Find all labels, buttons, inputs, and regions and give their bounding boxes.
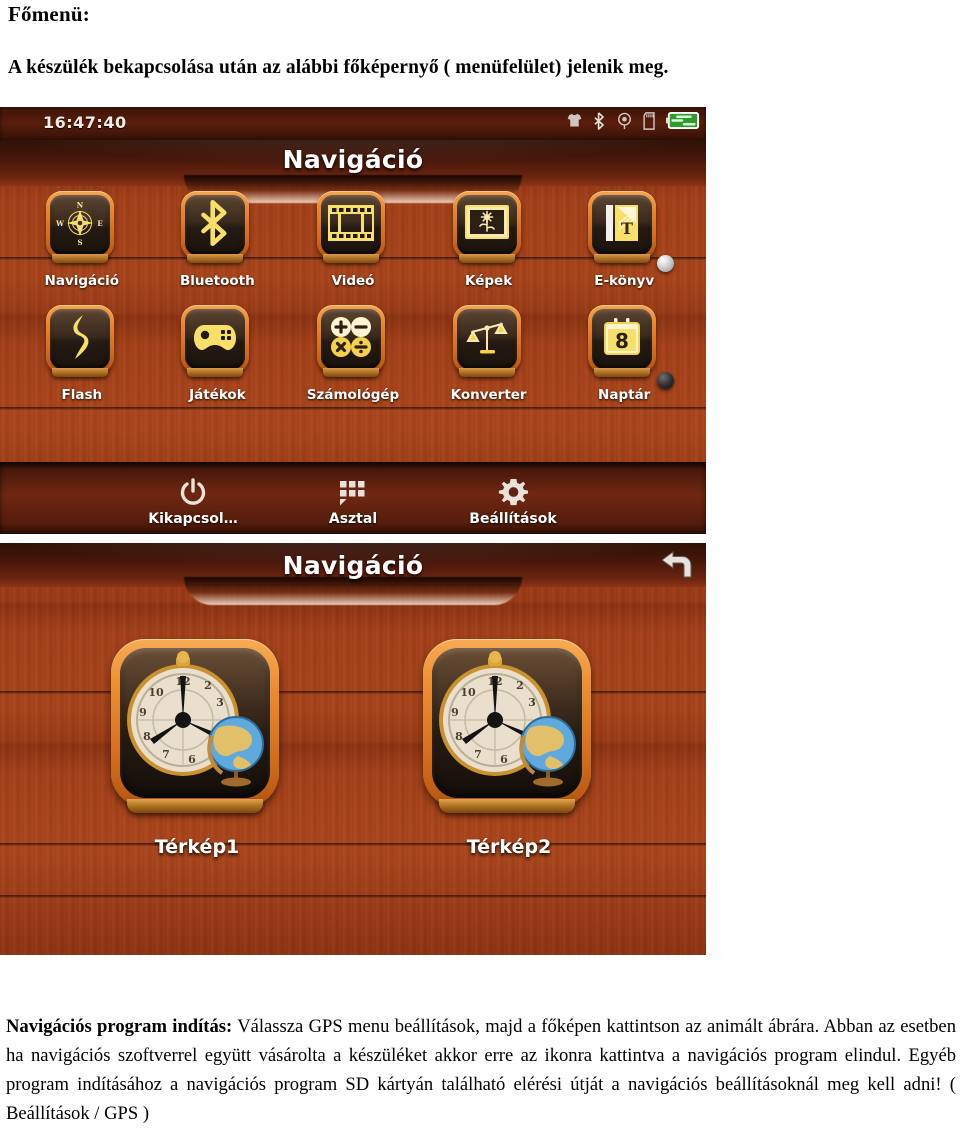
svg-text:S: S xyxy=(77,238,82,247)
app-label: Számológép xyxy=(306,387,400,403)
svg-text:3: 3 xyxy=(528,696,536,709)
svg-text:W: W xyxy=(55,219,64,228)
app-item-jatekok[interactable]: Játékok xyxy=(150,305,286,403)
svg-text:E: E xyxy=(97,219,102,228)
gear-icon xyxy=(498,476,529,510)
scroll-indicator-dot[interactable] xyxy=(657,372,674,389)
app-label: Videó xyxy=(331,273,375,289)
screen-title: Navigáció xyxy=(282,145,424,174)
svg-text:7: 7 xyxy=(162,748,170,761)
scroll-indicator-dot-active[interactable] xyxy=(657,255,674,272)
svg-text:9: 9 xyxy=(451,706,459,719)
battery-icon xyxy=(666,111,700,135)
sd-card-icon xyxy=(642,111,657,135)
app-label: Konverter xyxy=(450,387,527,403)
svg-text:2: 2 xyxy=(516,679,524,692)
svg-text:N: N xyxy=(77,200,84,209)
status-bar: 16:47:40 xyxy=(0,107,706,143)
screen-title: Navigáció xyxy=(282,551,424,580)
app-item-flash[interactable]: Flash xyxy=(14,305,150,403)
map-list: 12 10 9 8 7 6 5 4 3 2 xyxy=(0,639,706,858)
dock-label: Kikapcsol… xyxy=(148,510,238,527)
photo-flower-icon xyxy=(463,203,511,248)
intro-paragraph: A készülék bekapcsolása után az alábbi f… xyxy=(8,57,669,78)
footer-label: Navigációs program indítás: xyxy=(6,1016,233,1037)
status-icon-tray xyxy=(566,111,700,135)
calendar-icon: 8 xyxy=(600,315,644,364)
app-label: E-könyv xyxy=(594,273,655,289)
app-item-video[interactable]: Videó xyxy=(285,191,421,289)
svg-text:10: 10 xyxy=(460,686,476,699)
title-band-lip xyxy=(183,577,523,605)
status-clock: 16:47:40 xyxy=(43,113,127,132)
svg-text:2: 2 xyxy=(204,679,212,692)
app-item-naptar[interactable]: 8 Naptár xyxy=(556,305,692,403)
power-icon xyxy=(178,476,208,510)
scales-icon xyxy=(464,315,510,364)
plank-divider xyxy=(0,895,706,899)
gamepad-icon xyxy=(191,319,239,360)
dock-item-settings[interactable]: Beállítások xyxy=(457,476,569,527)
app-item-szamologep[interactable]: Számológép xyxy=(285,305,421,403)
svg-text:8: 8 xyxy=(455,730,463,743)
svg-text:6: 6 xyxy=(500,753,508,766)
app-item-ekonyv[interactable]: T E-könyv xyxy=(556,191,692,289)
map-label: Térkép1 xyxy=(154,836,240,858)
flash-lightning-icon xyxy=(63,313,97,366)
back-arrow-icon[interactable] xyxy=(658,549,696,581)
calculator-icon xyxy=(328,314,374,365)
svg-text:10: 10 xyxy=(148,686,164,699)
map-item-terkep1[interactable]: 12 10 9 8 7 6 5 4 3 2 xyxy=(111,639,283,858)
gps-signal-icon xyxy=(616,112,633,135)
app-label: Játékok xyxy=(189,387,246,403)
map-item-terkep2[interactable]: 12 10 9 8 7 6 5 4 3 2 xyxy=(423,639,595,858)
compass-icon: N S E W xyxy=(55,198,105,253)
app-label: Flash xyxy=(61,387,103,403)
footer-paragraph: Navigációs program indítás: Válassza GPS… xyxy=(6,1012,956,1128)
plank-divider xyxy=(0,407,706,411)
filmstrip-icon xyxy=(327,202,375,249)
dock-item-desktop[interactable]: Asztal xyxy=(297,476,409,527)
app-label: Képek xyxy=(465,273,513,289)
app-label: Navigáció xyxy=(44,273,120,289)
app-item-navigacio[interactable]: N S E W Navigáció xyxy=(14,191,150,289)
svg-text:9: 9 xyxy=(139,706,147,719)
main-menu-screenshot: 16:47:40 Navigáció N S E W Navigáció Blu… xyxy=(0,107,706,534)
compass-globe-icon: 12 10 9 8 7 6 5 4 3 2 xyxy=(120,651,270,798)
app-label: Naptár xyxy=(598,387,651,403)
ebook-icon: T xyxy=(600,201,644,250)
shirt-icon xyxy=(566,112,583,134)
compass-globe-icon: 12 10 9 8 7 6 5 4 3 2 xyxy=(432,651,582,798)
app-item-konverter[interactable]: Konverter xyxy=(421,305,557,403)
dock-item-power[interactable]: Kikapcsol… xyxy=(137,476,249,527)
bluetooth-icon xyxy=(194,199,236,251)
grid-desktop-icon xyxy=(338,476,368,510)
svg-text:7: 7 xyxy=(474,748,482,761)
calendar-day: 8 xyxy=(615,329,629,353)
app-item-kepek[interactable]: Képek xyxy=(421,191,557,289)
navigation-screenshot: Navigáció 10 9 8 7 6 3 2 Térkép1 10 9 8 … xyxy=(0,543,706,955)
app-icon-grid: N S E W Navigáció Bluetooth Videó Képek … xyxy=(14,191,692,403)
map-label: Térkép2 xyxy=(466,836,552,858)
app-item-bluetooth[interactable]: Bluetooth xyxy=(150,191,286,289)
svg-text:8: 8 xyxy=(143,730,151,743)
dock-label: Asztal xyxy=(328,510,378,527)
app-label: Bluetooth xyxy=(180,273,255,289)
svg-text:6: 6 xyxy=(188,753,196,766)
svg-text:T: T xyxy=(621,219,633,238)
page-title: Főmenü: xyxy=(8,2,90,26)
bottom-dock: Kikapcsol… Asztal Beállítások xyxy=(0,462,706,534)
bluetooth-icon xyxy=(592,111,607,135)
svg-text:3: 3 xyxy=(216,696,224,709)
dock-label: Beállítások xyxy=(469,510,557,527)
